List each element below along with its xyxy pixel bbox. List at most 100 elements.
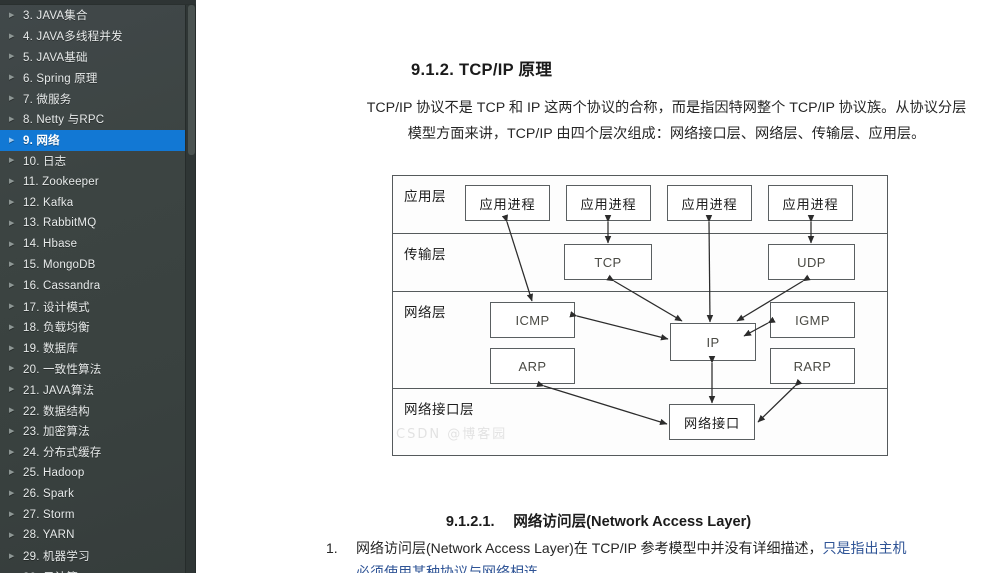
sidebar-item-20[interactable]: ▶ 20. 一致性算法 <box>0 359 185 380</box>
chevron-right-icon[interactable]: ▶ <box>9 449 18 456</box>
chevron-right-icon[interactable]: ▶ <box>9 241 18 248</box>
sidebar-item-30[interactable]: ▶30. 云计算 <box>0 567 185 573</box>
sidebar-item-26[interactable]: ▶ 26. Spark <box>0 483 185 504</box>
sidebar-item-22[interactable]: ▶ 22. 数据结构 <box>0 400 185 421</box>
sidebar-item-label: 19. 数据库 <box>23 343 79 356</box>
sidebar-item-label: 3. JAVA集合 <box>23 10 88 23</box>
chevron-right-icon[interactable]: ▶ <box>9 261 18 268</box>
sidebar-item-29[interactable]: ▶ 29. 机器学习 <box>0 546 185 567</box>
chevron-right-icon[interactable]: ▶ <box>9 116 18 123</box>
diagram-node: ARP <box>490 348 575 384</box>
diagram-node: 应用进程 <box>465 185 550 221</box>
list-item: 1. 网络访问层(Network Access Layer)在 TCP/IP 参… <box>326 536 996 573</box>
sidebar-item-label: 13. RabbitMQ <box>23 217 97 230</box>
sidebar-item-label: 20. 一致性算法 <box>23 363 102 376</box>
sidebar-item-3[interactable]: ▶ 3. JAVA集合 <box>0 5 185 26</box>
diagram-node: IGMP <box>770 302 855 338</box>
sidebar-item-list[interactable]: ▶ 3. JAVA集合 ▶ 4. JAVA多线程并发 ▶ 5. JAVA基础 ▶ 6. Spr… <box>0 5 185 573</box>
diagram-layer-label: 网络接口层 <box>404 402 474 417</box>
chevron-right-icon[interactable]: ▶ <box>9 511 18 518</box>
list-item-text: 网络访问层(Network Access Layer)在 TCP/IP 参考模型… <box>356 540 823 556</box>
sidebar-item-label: 14. Hbase <box>23 238 78 251</box>
sidebar-item-7[interactable]: ▶ 7. 微服务 <box>0 88 185 109</box>
diagram-layer-label: 传输层 <box>404 247 446 262</box>
chevron-right-icon[interactable]: ▶ <box>9 12 18 19</box>
sidebar-item-27[interactable]: ▶ 27. Storm <box>0 504 185 525</box>
chevron-right-icon[interactable]: ▶ <box>9 324 18 331</box>
sidebar-item-label: 23. 加密算法 <box>23 426 90 439</box>
list-item-number: 1. <box>326 540 338 556</box>
sidebar-item-24[interactable]: ▶ 24. 分布式缓存 <box>0 442 185 463</box>
sidebar-item-13[interactable]: ▶ 13. RabbitMQ <box>0 213 185 234</box>
chevron-right-icon[interactable]: ▶ <box>9 220 18 227</box>
sidebar-item-11[interactable]: ▶ 11. Zookeeper <box>0 171 185 192</box>
sidebar-navigation[interactable]: ▶ 3. JAVA集合 ▶ 4. JAVA多线程并发 ▶ 5. JAVA基础 ▶ 6. Spr… <box>0 0 196 573</box>
chevron-right-icon[interactable]: ▶ <box>9 428 18 435</box>
sidebar-item-label: 6. Spring 原理 <box>23 72 98 85</box>
diagram-node: ICMP <box>490 302 575 338</box>
sidebar-item-label: 24. 分布式缓存 <box>23 447 102 460</box>
sidebar-item-label: 5. JAVA基础 <box>23 51 88 64</box>
sidebar-item-16[interactable]: ▶ 16. Cassandra <box>0 275 185 296</box>
chevron-right-icon[interactable]: ▶ <box>9 407 18 414</box>
diagram-node: 应用进程 <box>566 185 651 221</box>
diagram-node: UDP <box>768 244 855 280</box>
sidebar-item-4[interactable]: ▶ 4. JAVA多线程并发 <box>0 26 185 47</box>
sidebar-item-6[interactable]: ▶ 6. Spring 原理 <box>0 67 185 88</box>
page-title: 9.1.2. TCP/IP 原理 <box>411 61 553 79</box>
sidebar-item-label: 21. JAVA算法 <box>23 384 95 397</box>
chevron-right-icon[interactable]: ▶ <box>9 53 18 60</box>
chevron-right-icon[interactable]: ▶ <box>9 553 18 560</box>
diagram-layer-divider <box>392 233 888 234</box>
sidebar-item-label: 16. Cassandra <box>23 279 101 292</box>
chevron-right-icon[interactable]: ▶ <box>9 157 18 164</box>
chevron-right-icon[interactable]: ▶ <box>9 532 18 539</box>
chevron-right-icon[interactable]: ▶ <box>9 282 18 289</box>
sidebar-item-17[interactable]: ▶ 17. 设计模式 <box>0 296 185 317</box>
chevron-right-icon[interactable]: ▶ <box>9 95 18 102</box>
chevron-right-icon[interactable]: ▶ <box>9 303 18 310</box>
sidebar-item-label: 9. 网络 <box>23 135 60 148</box>
chevron-right-icon[interactable]: ▶ <box>9 33 18 40</box>
chevron-right-icon[interactable]: ▶ <box>9 469 18 476</box>
sidebar-item-12[interactable]: ▶ 12. Kafka <box>0 192 185 213</box>
sidebar-item-23[interactable]: ▶ 23. 加密算法 <box>0 421 185 442</box>
chevron-right-icon[interactable]: ▶ <box>9 490 18 497</box>
chevron-right-icon[interactable]: ▶ <box>9 199 18 206</box>
document-page: 9.1.2. TCP/IP 原理 TCP/IP 协议不是 TCP 和 IP 这两… <box>196 0 1000 573</box>
sidebar-scrollbar-track[interactable] <box>185 5 196 573</box>
section-subheading: 9.1.2.1. 网络访问层(Network Access Layer) <box>445 514 752 530</box>
list-item-highlight: 只是指出主机 <box>822 540 907 556</box>
sidebar-item-label: 15. MongoDB <box>23 258 96 271</box>
chevron-right-icon[interactable]: ▶ <box>9 386 18 393</box>
sidebar-item-label: 8. Netty 与RPC <box>23 114 105 127</box>
chevron-right-icon[interactable]: ▶ <box>9 365 18 372</box>
document-viewer[interactable]: 9.1.2. TCP/IP 原理 TCP/IP 协议不是 TCP 和 IP 这两… <box>196 0 1000 573</box>
list-item-highlight-line2: 必须使用某种协议与网络相连 <box>356 564 538 573</box>
sidebar-item-label: 4. JAVA多线程并发 <box>23 31 123 44</box>
sidebar-item-label: 17. 设计模式 <box>23 301 90 314</box>
chevron-right-icon[interactable]: ▶ <box>9 137 18 144</box>
diagram-layer-label: 应用层 <box>404 189 446 204</box>
sidebar-item-25[interactable]: ▶ 25. Hadoop <box>0 463 185 484</box>
sidebar-item-18[interactable]: ▶ 18. 负载均衡 <box>0 317 185 338</box>
sidebar-item-15[interactable]: ▶ 15. MongoDB <box>0 255 185 276</box>
chevron-right-icon[interactable]: ▶ <box>9 74 18 81</box>
list-item-body: 网络访问层(Network Access Layer)在 TCP/IP 参考模型… <box>356 536 996 573</box>
diagram-node: 应用进程 <box>768 185 853 221</box>
sidebar-item-21[interactable]: ▶ 21. JAVA算法 <box>0 379 185 400</box>
sidebar-scrollbar-thumb[interactable] <box>188 5 195 155</box>
sidebar-item-14[interactable]: ▶ 14. Hbase <box>0 234 185 255</box>
sidebar-item-28[interactable]: ▶ 28. YARN <box>0 525 185 546</box>
sidebar-item-5[interactable]: ▶ 5. JAVA基础 <box>0 47 185 68</box>
intro-paragraph-line-2: 模型方面来讲，TCP/IP 由四个层次组成：网络接口层、网络层、传输层、应用层。 <box>407 126 926 142</box>
sidebar-item-9[interactable]: ▶ 9. 网络 <box>0 129 185 151</box>
sidebar-item-8[interactable]: ▶ 8. Netty 与RPC <box>0 109 185 130</box>
chevron-right-icon[interactable]: ▶ <box>9 345 18 352</box>
intro-paragraph-line-1: TCP/IP 协议不是 TCP 和 IP 这两个协议的合称，而是指因特网整个 T… <box>366 100 967 116</box>
sidebar-item-10[interactable]: ▶ 10. 日志 <box>0 151 185 172</box>
sidebar-item-label: 10. 日志 <box>23 155 67 168</box>
app-window: ▶ 3. JAVA集合 ▶ 4. JAVA多线程并发 ▶ 5. JAVA基础 ▶ 6. Spr… <box>0 0 1000 573</box>
chevron-right-icon[interactable]: ▶ <box>9 178 18 185</box>
sidebar-item-19[interactable]: ▶ 19. 数据库 <box>0 338 185 359</box>
